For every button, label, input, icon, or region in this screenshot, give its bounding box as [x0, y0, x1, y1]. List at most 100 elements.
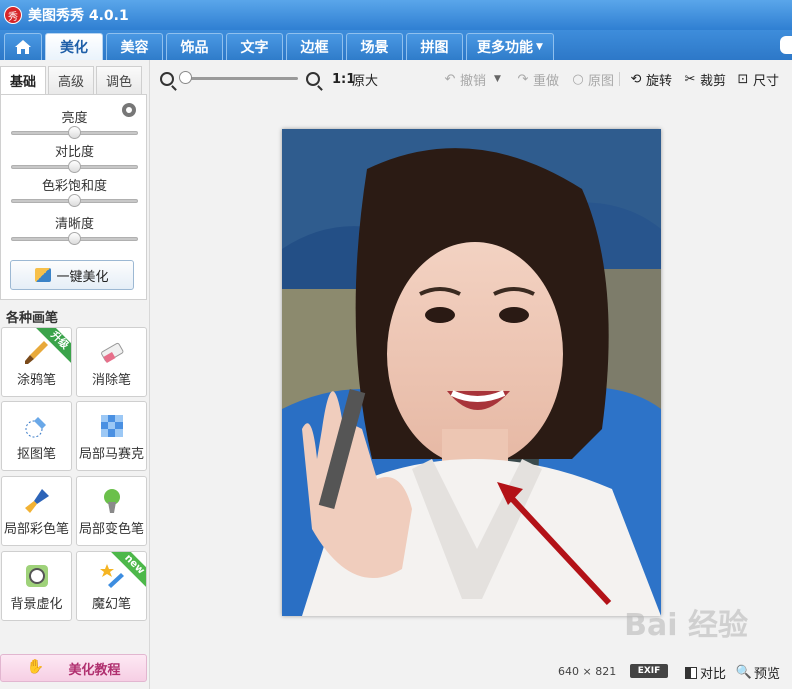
- undo-button[interactable]: ↶ 撤销: [443, 71, 486, 89]
- contrast-knob[interactable]: [67, 160, 81, 173]
- local-color-brush-label: 局部彩色笔: [3, 522, 69, 537]
- compare-label: 对比: [700, 667, 727, 682]
- home-tab[interactable]: [4, 33, 42, 60]
- brightness-knob[interactable]: [67, 126, 81, 139]
- preview-icon: 🔍: [735, 665, 753, 680]
- image-canvas[interactable]: [150, 98, 792, 654]
- one-click-beautify-button[interactable]: 一键美化: [10, 260, 134, 290]
- saturation-slider[interactable]: [11, 194, 138, 207]
- zoom-slider[interactable]: [179, 71, 298, 84]
- contrast-slider-group: 对比度: [1, 145, 148, 173]
- adjust-subtabs: 基础 高级 调色: [0, 66, 150, 94]
- main-tab-bar: 美化 美容 饰品 文字 边框 场景 拼图 更多功能 ▼: [0, 30, 792, 60]
- sharpness-knob[interactable]: [67, 232, 81, 245]
- eraser-icon: [100, 342, 123, 364]
- one-click-beautify-label: 一键美化: [56, 269, 109, 285]
- tab-scene[interactable]: 场景: [346, 33, 403, 60]
- title-bar: 秀 美图秀秀 4.0.1: [0, 0, 792, 30]
- sharpness-slider[interactable]: [11, 232, 138, 245]
- compare-button[interactable]: 对比: [685, 663, 726, 682]
- doodle-brush-tool[interactable]: 升级 涂鸦笔: [1, 327, 72, 397]
- baidu-watermark: Bai 经验: [624, 608, 748, 643]
- rotate-button[interactable]: ⟲ 旋转: [629, 71, 673, 89]
- brightness-slider[interactable]: [11, 126, 138, 139]
- redo-button[interactable]: ↷ 重做: [516, 71, 559, 89]
- hand-icon: ✋: [26, 659, 44, 675]
- saturation-knob[interactable]: [67, 194, 81, 207]
- crop-button[interactable]: ✂ 裁剪: [683, 71, 727, 89]
- paintbrush-icon: [24, 341, 48, 364]
- subtab-basic[interactable]: 基础: [0, 66, 46, 94]
- preview-button[interactable]: 🔍 预览: [735, 663, 781, 682]
- subtab-color[interactable]: 调色: [96, 66, 142, 94]
- edited-photo[interactable]: [282, 129, 661, 616]
- contrast-slider[interactable]: [11, 160, 138, 173]
- saturation-slider-group: 色彩饱和度: [1, 179, 148, 207]
- brightness-label: 亮度: [61, 111, 88, 126]
- app-title: 美图秀秀 4.0.1: [28, 8, 129, 24]
- brightness-slider-group: 亮度: [1, 111, 148, 139]
- contrast-label: 对比度: [54, 145, 94, 160]
- zoom-out-icon: [160, 72, 174, 86]
- canvas-toolbar: 1:1 原大 ↶ 撤销 ▼ ↷ 重做 ○ 原图 ⟲ 旋转 ✂ 裁剪 ⊡ 尺寸: [150, 60, 792, 98]
- local-color-brush-tool[interactable]: 局部彩色笔: [1, 476, 72, 546]
- tab-more-label: 更多功能: [477, 40, 534, 56]
- undo-history-dropdown[interactable]: ▼: [494, 71, 501, 87]
- tab-more[interactable]: 更多功能 ▼: [466, 33, 554, 60]
- magic-pen-tool[interactable]: new 魔幻笔: [76, 551, 147, 621]
- zoom-slider-knob[interactable]: [179, 71, 192, 84]
- preview-label: 预览: [754, 667, 781, 682]
- zoom-in-button[interactable]: [306, 71, 320, 87]
- sharpness-slider-group: 清晰度: [1, 217, 148, 245]
- local-recolor-brush-label: 局部变色笔: [78, 522, 144, 537]
- eraser-pen-label: 消除笔: [91, 373, 131, 388]
- blur-background-icon: [25, 565, 48, 587]
- tab-frame[interactable]: 边框: [286, 33, 343, 60]
- local-recolor-brush-tool[interactable]: 局部变色笔: [76, 476, 147, 546]
- app-logo-icon: 秀: [4, 6, 22, 24]
- saturation-label: 色彩饱和度: [41, 179, 107, 194]
- redo-icon: ↷: [517, 71, 529, 87]
- cutout-pen-tool[interactable]: 抠图笔: [1, 401, 72, 471]
- tab-decor[interactable]: 饰品: [166, 33, 223, 60]
- edge-icon[interactable]: [780, 36, 792, 54]
- beautify-tutorial-button[interactable]: ✋ 美化教程: [0, 654, 147, 682]
- eraser-pen-tool[interactable]: 消除笔: [76, 327, 147, 397]
- zoom-in-icon: [306, 72, 320, 86]
- tab-collage[interactable]: 拼图: [406, 33, 463, 60]
- image-width: 640: [558, 665, 579, 678]
- compare-icon: [685, 666, 697, 679]
- color-brush-icon: [24, 489, 49, 513]
- toolbar-divider: [619, 72, 620, 86]
- beautify-tutorial-label: 美化教程: [68, 662, 121, 678]
- local-mosaic-tool[interactable]: 局部马赛克: [76, 401, 147, 471]
- cutout-pen-icon: [25, 417, 46, 438]
- magic-pen-label: 魔幻笔: [91, 597, 131, 612]
- subtab-advanced[interactable]: 高级: [48, 66, 94, 94]
- exif-button[interactable]: EXIF: [630, 664, 668, 678]
- resize-icon: ⊡: [737, 71, 749, 87]
- image-height: 821: [595, 665, 617, 678]
- undo-icon: ↶: [444, 71, 456, 87]
- original-image-button[interactable]: ○ 原图: [571, 71, 615, 89]
- photo-image: [282, 129, 661, 616]
- recolor-brush-icon: [103, 489, 120, 513]
- home-icon: [15, 40, 31, 54]
- resize-button[interactable]: ⊡ 尺寸: [736, 71, 779, 89]
- original-size-button[interactable]: 原大: [352, 71, 378, 89]
- background-blur-tool[interactable]: 背景虚化: [1, 551, 72, 621]
- crop-label: 裁剪: [700, 73, 727, 89]
- zoom-out-button[interactable]: [160, 71, 174, 87]
- magic-wand-icon: [35, 268, 52, 282]
- original-image-icon: ○: [572, 71, 584, 87]
- rotate-icon: ⟲: [630, 71, 642, 87]
- tab-text[interactable]: 文字: [226, 33, 283, 60]
- dimension-separator: ×: [582, 665, 592, 678]
- rotate-label: 旋转: [646, 73, 673, 89]
- sharpness-label: 清晰度: [54, 217, 94, 232]
- tab-beauty[interactable]: 美化: [45, 33, 103, 60]
- original-image-label: 原图: [588, 73, 615, 89]
- brushes-section-title: 各种画笔: [6, 311, 59, 326]
- tab-face[interactable]: 美容: [106, 33, 163, 60]
- background-blur-label: 背景虚化: [10, 597, 63, 612]
